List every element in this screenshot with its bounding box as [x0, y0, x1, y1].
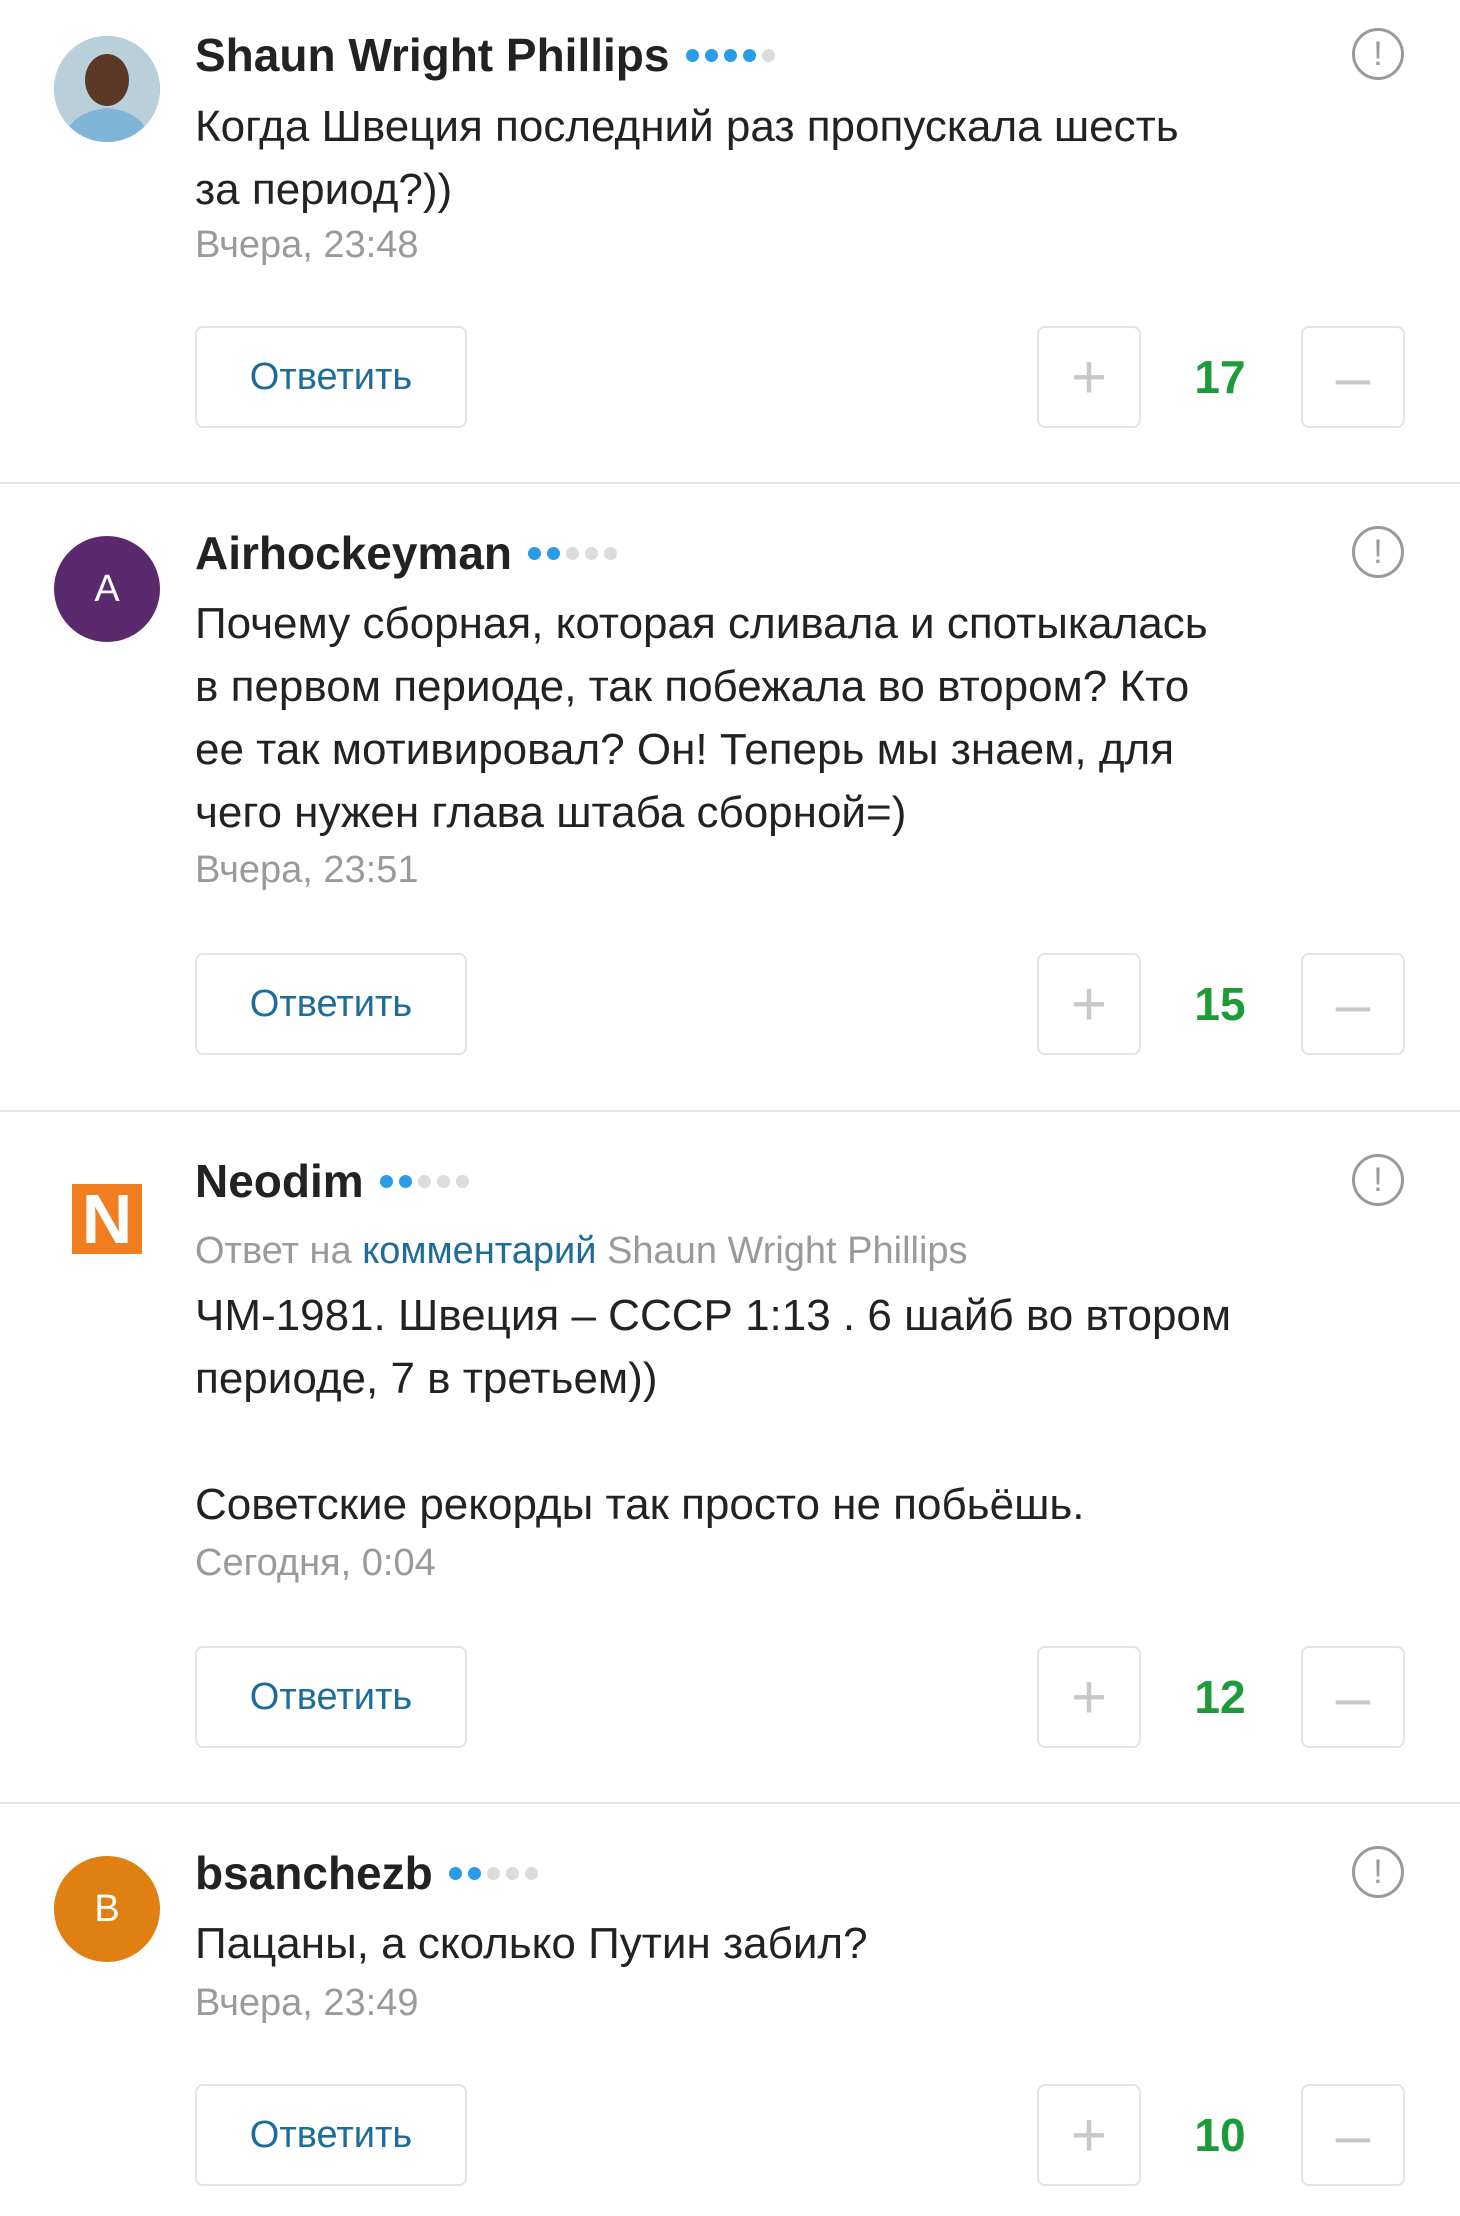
username[interactable]: Neodim	[195, 1154, 364, 1208]
timestamp: Вчера, 23:51	[195, 849, 419, 891]
comment-text: Пацаны, а сколько Путин забил?	[195, 1919, 868, 1968]
reply-to-author[interactable]: Shaun Wright Phillips	[607, 1230, 967, 1272]
plus-icon[interactable]: +	[1037, 953, 1141, 1055]
reply-button[interactable]: Ответить	[195, 2084, 467, 2186]
minus-icon[interactable]: –	[1301, 326, 1405, 428]
reply-button[interactable]: Ответить	[195, 953, 467, 1055]
comment: A Airhockeyman ! Почему сборная, которая…	[0, 484, 1460, 1112]
vote-score: 17	[1194, 351, 1246, 403]
avatar[interactable]	[54, 36, 160, 142]
user-rating	[528, 546, 623, 560]
avatar[interactable]: B	[54, 1856, 160, 1962]
comment-text: Когда Швеция последний раз пропускала ше…	[195, 102, 1179, 214]
comment: B bsanchezb ! Пацаны, а сколько Путин за…	[0, 1804, 1460, 2216]
username[interactable]: bsanchezb	[195, 1846, 433, 1900]
vote-score: 12	[1194, 1671, 1246, 1723]
reply-to-line: Ответ на комментарий Shaun Wright Philli…	[195, 1230, 968, 1273]
reply-button[interactable]: Ответить	[195, 326, 467, 428]
username[interactable]: Shaun Wright Phillips	[195, 28, 670, 82]
plus-icon[interactable]: +	[1037, 326, 1141, 428]
comment-text: ЧМ-1981. Швеция – СССР 1:13 . 6 шайб во …	[195, 1291, 1232, 1529]
minus-icon[interactable]: –	[1301, 953, 1405, 1055]
svg-text:N: N	[82, 1180, 133, 1258]
avatar[interactable]: N	[54, 1164, 160, 1270]
vote-score: 10	[1194, 2109, 1246, 2161]
user-rating	[448, 1866, 544, 1880]
report-icon[interactable]: !	[1352, 526, 1404, 578]
avatar[interactable]: A	[54, 536, 160, 642]
letter-n-logo-icon: N	[72, 1180, 142, 1258]
comment: Shaun Wright Phillips ! Когда Швеция пос…	[0, 0, 1460, 484]
reply-to-prefix: Ответ на	[195, 1230, 352, 1272]
reply-button[interactable]: Ответить	[195, 1646, 467, 1748]
user-rating	[379, 1174, 475, 1188]
timestamp: Сегодня, 0:04	[195, 1542, 436, 1584]
username[interactable]: Airhockeyman	[195, 526, 512, 580]
user-photo-icon	[54, 36, 160, 142]
plus-icon[interactable]: +	[1037, 2084, 1141, 2186]
user-rating	[685, 48, 781, 62]
plus-icon[interactable]: +	[1037, 1646, 1141, 1748]
timestamp: Вчера, 23:49	[195, 1982, 419, 2024]
report-icon[interactable]: !	[1352, 28, 1404, 80]
report-icon[interactable]: !	[1352, 1154, 1404, 1206]
comment: N Neodim ! Ответ на комментарий Shaun Wr…	[0, 1112, 1460, 1804]
minus-icon[interactable]: –	[1301, 2084, 1405, 2186]
reply-to-comment-link[interactable]: комментарий	[362, 1230, 596, 1272]
minus-icon[interactable]: –	[1301, 1646, 1405, 1748]
comment-text: Почему сборная, которая сливала и спотык…	[195, 599, 1208, 837]
timestamp: Вчера, 23:48	[195, 224, 419, 266]
report-icon[interactable]: !	[1352, 1846, 1404, 1898]
vote-score: 15	[1194, 978, 1246, 1030]
